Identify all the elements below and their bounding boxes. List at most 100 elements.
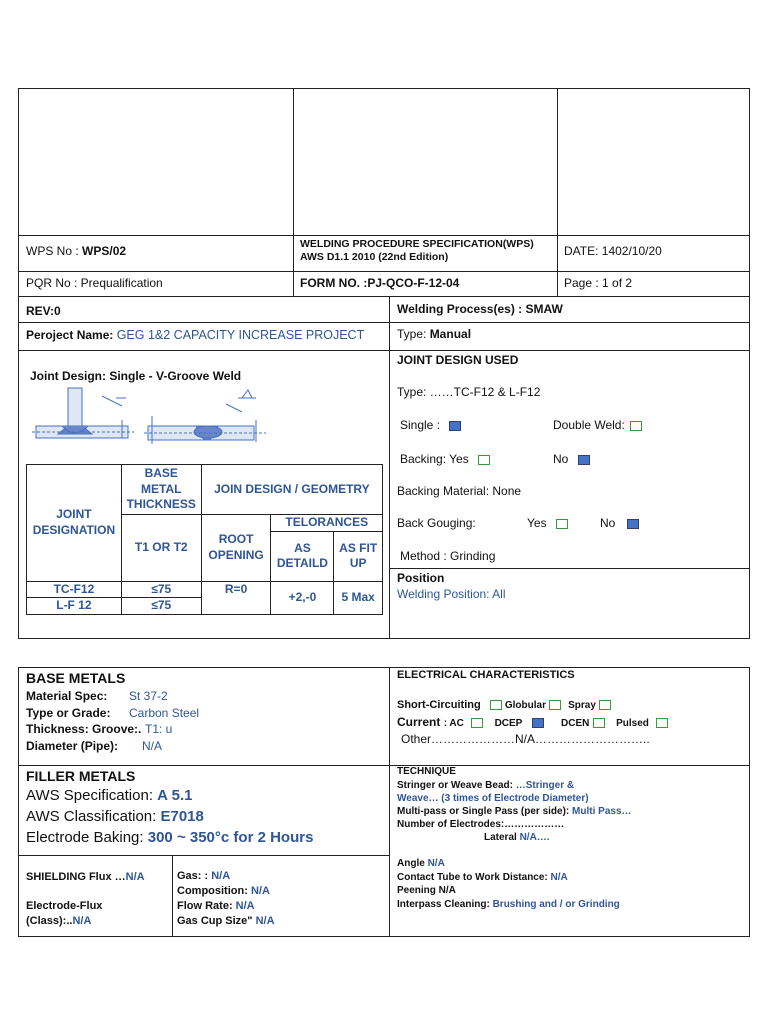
ac-checkbox[interactable] — [471, 717, 484, 728]
dcen-checkbox[interactable] — [592, 717, 605, 728]
gouging-yes-checkbox[interactable] — [555, 518, 568, 529]
dcep-label: DCEP — [494, 718, 523, 729]
welding-process-label: Welding Process(es) : — [397, 302, 526, 316]
pulsed-checkbox[interactable] — [656, 717, 669, 728]
electrical-title: ELECTRICAL CHARACTERISTICS — [397, 669, 575, 681]
contact-tube-distance: Contact Tube to Work Distance: N/A — [397, 872, 568, 884]
peening: Peening N/A — [397, 885, 456, 896]
aws-class-value: E7018 — [160, 808, 204, 825]
detaild-value: +2,-0 — [270, 580, 335, 615]
stringer-value: …Stringer & — [515, 780, 575, 791]
joint-design-title: Joint Design: Single - V-Groove Weld — [30, 369, 242, 383]
wps-no: WPS No : WPS/02 — [26, 244, 126, 258]
contact-label: Contact Tube to Work Distance: — [397, 872, 551, 883]
single-weld: Single : — [400, 418, 462, 432]
composition-value: N/A — [250, 885, 270, 897]
joint-type: Type: ……TC-F12 & L-F12 — [397, 385, 541, 399]
double-label: Double Weld: — [553, 418, 625, 432]
lateral-label: Lateral — [484, 832, 520, 843]
multipass-label: Multi-pass or Single Pass (per side): — [397, 806, 573, 817]
diameter-value: N/A — [142, 739, 163, 753]
back-gouging-no: No — [600, 516, 639, 530]
as-detaild-header: AS DETAILD — [270, 530, 335, 582]
aws-specification: AWS Specification: A 5.1 — [26, 787, 192, 805]
contact-value: N/A — [550, 872, 568, 883]
gas-label: Gas: : — [177, 870, 212, 882]
joint-sketch — [32, 387, 266, 444]
gouging-no-checkbox[interactable] — [626, 518, 639, 529]
wps-title-line2: AWS D1.1 2010 (22nd Edition) — [300, 250, 449, 263]
backing-no-checkbox[interactable] — [577, 454, 590, 465]
wps-title-line1: WELDING PROCEDURE SPECIFICATION(WPS) — [300, 238, 534, 250]
wps-no-label: WPS No : — [26, 244, 79, 258]
grade-value: Carbon Steel — [129, 706, 200, 720]
material-spec-value: St 37-2 — [129, 689, 168, 703]
aws-spec-label: AWS Specification: — [26, 787, 158, 804]
short-circuiting-checkbox[interactable] — [489, 700, 502, 711]
aws-classification: AWS Classification: E7018 — [26, 808, 204, 826]
form-no: FORM NO. :PJ-QCO-F-12-04 — [300, 276, 460, 290]
dcen-label: DCEN — [561, 718, 590, 729]
spray-checkbox[interactable] — [598, 700, 611, 711]
baking-value: 300 ~ 350°c for 2 Hours — [147, 829, 314, 846]
join-design-header: JOIN DESIGN / GEOMETRY — [200, 464, 384, 515]
multipass-value: Multi Pass… — [572, 806, 632, 817]
pulsed-label: Pulsed — [616, 718, 649, 729]
back-gouging: Back Gouging: — [397, 516, 476, 530]
table-row: TC-F12 — [26, 580, 122, 599]
divider — [389, 568, 750, 569]
position-title: Position — [397, 571, 445, 585]
other-current: Other…………………N/A……………………….. — [401, 732, 650, 746]
angle-label: Angle — [397, 858, 428, 869]
gas-value: N/A — [211, 870, 231, 882]
gouging-no-label: No — [600, 516, 616, 530]
type-value: Manual — [429, 327, 472, 341]
lateral: Lateral N/A…. — [484, 832, 550, 844]
divider — [18, 350, 750, 351]
divider — [18, 296, 750, 297]
table-row: L-F 12 — [26, 597, 122, 615]
double-weld: Double Weld: — [553, 418, 643, 432]
angle: Angle N/A — [397, 858, 445, 870]
joint-designation-header: JOINT DESIGNATION — [26, 464, 122, 582]
as-fit-up-header: AS FIT UP — [333, 530, 383, 582]
fitup-value: 5 Max — [333, 580, 383, 615]
dcep-checkbox[interactable] — [531, 717, 544, 728]
backing-no-label: No — [553, 452, 569, 466]
composition-label: Composition: — [177, 885, 251, 897]
project-value: GEG 1&2 CAPACITY INCREASE PROJECT — [116, 328, 365, 342]
class-value: N/A — [72, 915, 92, 927]
electrode-flux-class: (Class):..N/A — [26, 915, 91, 928]
wps-title: WELDING PROCEDURE SPECIFICATION(WPS) AWS… — [300, 238, 534, 263]
angle-value: N/A — [427, 858, 445, 869]
thickness-label: Thickness: Groove:. — [26, 722, 142, 736]
project-name: Peroject Name: GEG 1&2 CAPACITY INCREASE… — [26, 328, 364, 343]
flow-label: Flow Rate: — [177, 900, 236, 912]
lateral-value: N/A…. — [519, 832, 550, 843]
type-label: Type: — [397, 327, 430, 341]
tee-joint-sketch — [32, 387, 134, 439]
gouging-yes-label: Yes — [527, 516, 547, 530]
butt-joint-sketch — [144, 389, 266, 444]
gouging-method: Method : Grinding — [400, 549, 496, 563]
baking-label: Electrode Baking: — [26, 829, 148, 846]
divider — [18, 855, 389, 856]
cup-label: Gas Cup Size" — [177, 915, 256, 927]
thickness-value: T1: u — [145, 722, 173, 736]
back-gouging-yes: Yes — [527, 516, 568, 530]
divider — [18, 235, 750, 236]
welding-process: Welding Process(es) : SMAW — [397, 302, 563, 316]
table-row: ≤75 — [120, 597, 202, 615]
page-number: Page : 1 of 2 — [564, 276, 633, 290]
base-metal-thickness-header: BASE METAL THICKNESS — [120, 464, 202, 515]
single-checkbox[interactable] — [449, 420, 462, 431]
globular-checkbox[interactable] — [549, 700, 562, 711]
double-checkbox[interactable] — [630, 420, 643, 431]
flow-rate: Flow Rate: N/A — [177, 900, 255, 913]
number-of-electrodes: Number of Electrodes:……………… — [397, 819, 565, 830]
ac-label: : AC — [443, 718, 464, 729]
divider — [389, 667, 390, 937]
root-opening-header: ROOT OPENING — [200, 514, 272, 582]
backing-yes-checkbox[interactable] — [478, 454, 491, 465]
joint-design-used-title: JOINT DESIGN USED — [397, 353, 519, 367]
